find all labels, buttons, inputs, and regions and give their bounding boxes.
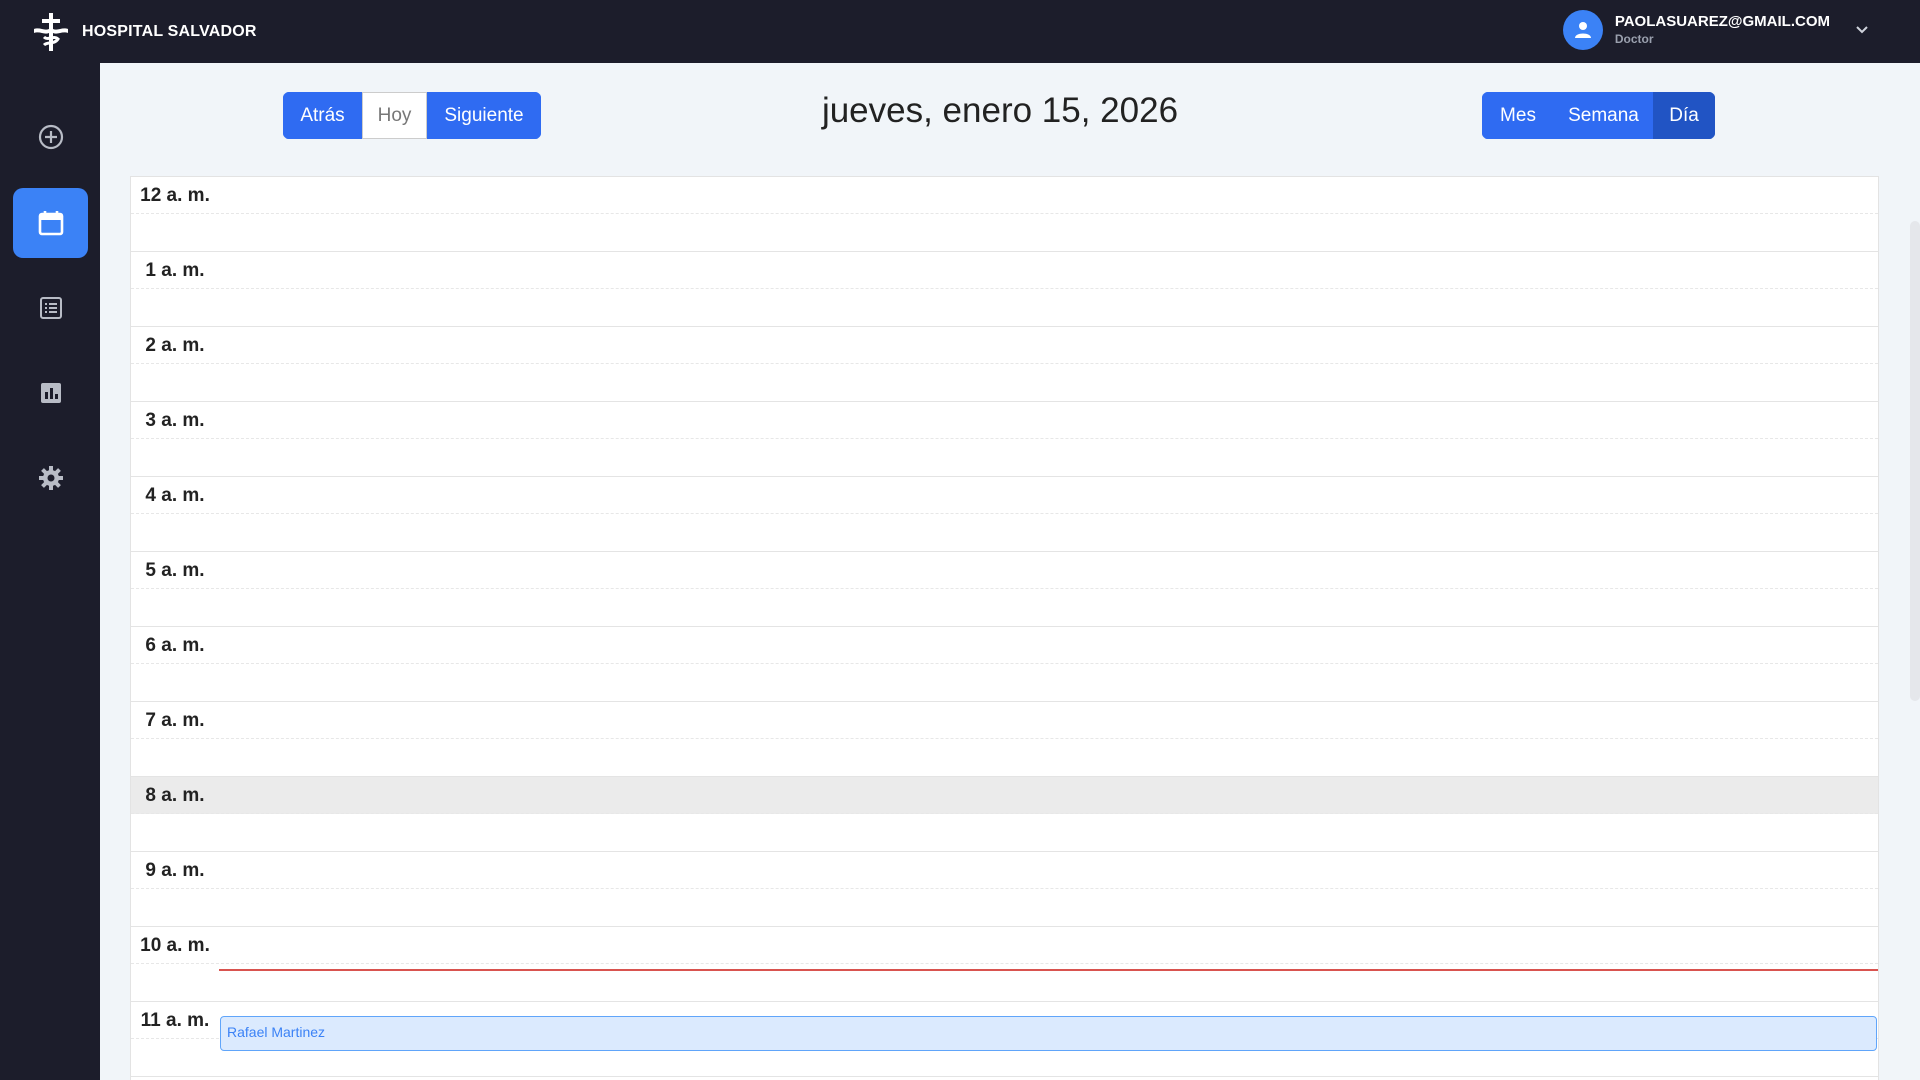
hour-label: 6 a. m. <box>145 635 205 656</box>
hour-label: 5 a. m. <box>145 560 205 581</box>
sidebar-item-list[interactable] <box>13 273 88 343</box>
day-calendar: 12 a. m. 1 a. m. 2 a. m. 3 a. m. 4 a. m.… <box>130 176 1879 1080</box>
month-view-button[interactable]: Mes <box>1482 92 1554 139</box>
scrollbar[interactable] <box>1910 221 1920 701</box>
page-title: jueves, enero 15, 2026 <box>821 91 1179 130</box>
hour-row[interactable]: 12 a. m. <box>131 177 1878 252</box>
avatar-icon <box>1562 10 1603 50</box>
hour-row[interactable]: 2 a. m. <box>131 327 1878 402</box>
hour-label: 9 a. m. <box>145 860 205 881</box>
hour-label: 2 a. m. <box>145 335 205 356</box>
sidebar <box>0 63 100 1080</box>
hour-label: 1 a. m. <box>145 260 205 281</box>
today-button[interactable]: Hoy <box>362 92 427 139</box>
user-menu[interactable]: PAOLASUAREZ@GMAIL.COM Doctor <box>1562 10 1872 50</box>
brand-name: HOSPITAL SALVADOR <box>82 22 257 40</box>
top-bar: HOSPITAL SALVADOR PAOLASUAREZ@GMAIL.COM … <box>0 0 1920 63</box>
sidebar-item-new[interactable] <box>13 102 88 172</box>
current-time-indicator <box>219 969 1878 971</box>
hour-row[interactable]: 9 a. m. <box>131 852 1878 927</box>
sidebar-item-settings[interactable] <box>13 443 88 513</box>
hour-label: 3 a. m. <box>145 410 205 431</box>
hour-row-highlighted[interactable]: 8 a. m. <box>131 777 1878 852</box>
plus-circle-icon <box>38 124 63 150</box>
sidebar-item-calendar[interactable] <box>13 188 88 258</box>
hour-row[interactable]: 6 a. m. <box>131 627 1878 702</box>
user-role: Doctor <box>1614 31 1654 46</box>
hour-label: 4 a. m. <box>145 485 205 506</box>
hour-row[interactable]: 1 a. m. <box>131 252 1878 327</box>
back-button[interactable]: Atrás <box>283 92 362 139</box>
chart-icon <box>40 383 61 403</box>
view-switcher: Mes Semana Día <box>1482 92 1715 139</box>
week-view-button[interactable]: Semana <box>1554 92 1653 139</box>
chevron-down-icon[interactable] <box>1854 21 1872 39</box>
day-view-button[interactable]: Día <box>1653 92 1715 139</box>
list-icon <box>39 297 62 319</box>
sidebar-item-reports[interactable] <box>13 358 88 428</box>
user-email: PAOLASUAREZ@GMAIL.COM <box>1614 13 1830 31</box>
hour-row[interactable]: 5 a. m. <box>131 552 1878 627</box>
hour-label: 11 a. m. <box>140 1010 210 1031</box>
hour-label: 8 a. m. <box>145 785 205 806</box>
hour-row[interactable]: 4 a. m. <box>131 477 1878 552</box>
hour-row[interactable]: 10 a. m. <box>131 927 1878 1002</box>
calendar-icon <box>38 211 63 236</box>
hour-label: 12 a. m. <box>140 185 210 206</box>
hospital-logo-icon <box>30 11 72 53</box>
calendar-event[interactable]: Rafael Martinez <box>220 1016 1877 1051</box>
hour-label: 7 a. m. <box>145 710 205 731</box>
brand[interactable]: HOSPITAL SALVADOR <box>30 11 257 53</box>
navigation-buttons: Atrás Hoy Siguiente <box>283 92 541 139</box>
hour-label: 10 a. m. <box>140 935 210 956</box>
main-content: Atrás Hoy Siguiente jueves, enero 15, 20… <box>100 63 1920 1080</box>
hour-row[interactable]: 3 a. m. <box>131 402 1878 477</box>
hour-row[interactable]: 7 a. m. <box>131 702 1878 777</box>
next-button[interactable]: Siguiente <box>427 92 541 139</box>
gear-icon <box>38 466 63 490</box>
